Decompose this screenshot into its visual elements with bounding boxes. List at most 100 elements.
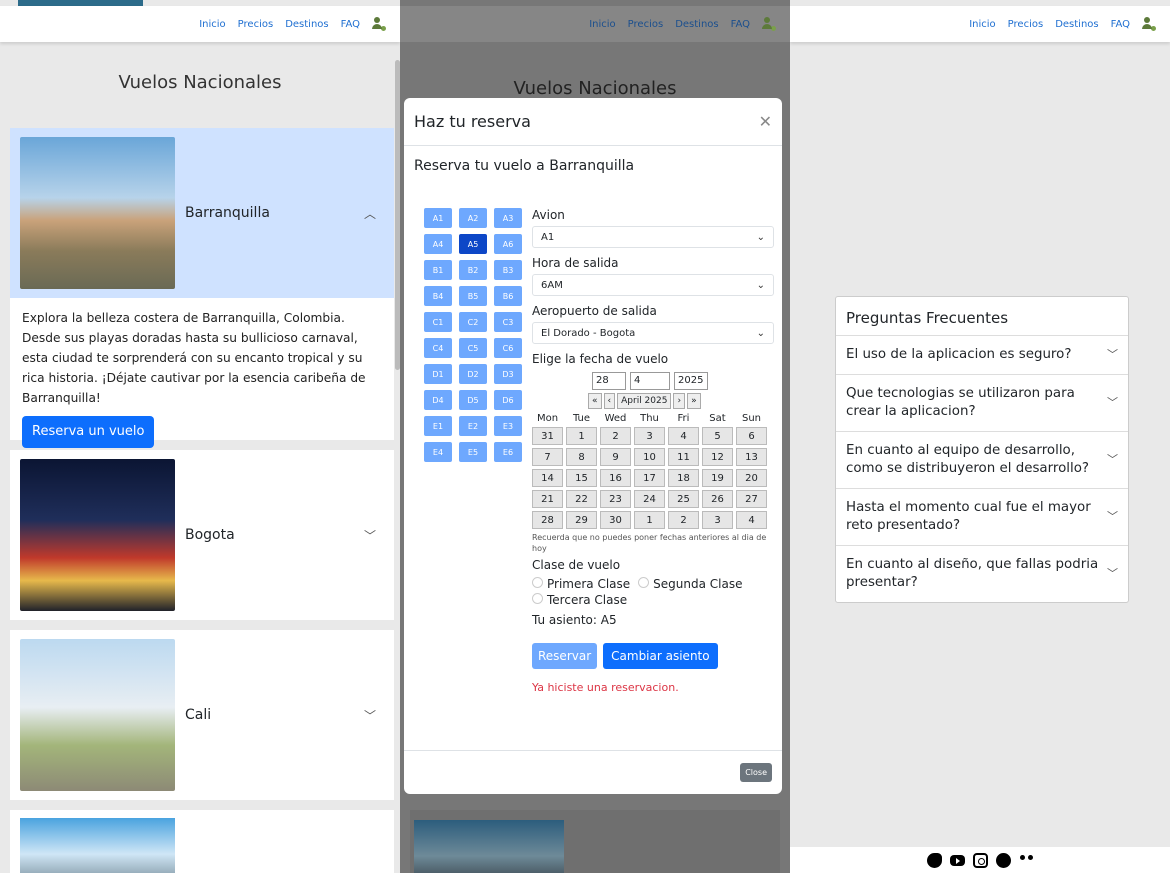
calendar-day[interactable]: 26 (702, 490, 733, 508)
chevron-up-icon[interactable]: ︿ (364, 205, 376, 222)
seat-C3[interactable]: C3 (494, 312, 522, 332)
seat-D4[interactable]: D4 (424, 390, 452, 410)
seat-B4[interactable]: B4 (424, 286, 452, 306)
calendar-day[interactable]: 22 (566, 490, 597, 508)
calendar-day[interactable]: 3 (634, 427, 665, 445)
radio-segunda[interactable]: Segunda Clase (638, 577, 743, 591)
calendar-day[interactable]: 9 (600, 448, 631, 466)
nav-precios[interactable]: Precios (238, 19, 274, 30)
seat-A4[interactable]: A4 (424, 234, 452, 254)
next-year-button[interactable]: » (687, 393, 701, 409)
nav-destinos[interactable]: Destinos (1055, 19, 1098, 30)
calendar-day[interactable]: 17 (634, 469, 665, 487)
close-button[interactable]: Close (740, 763, 772, 782)
year-input[interactable]: 2025 (674, 372, 708, 390)
user-icon[interactable] (372, 17, 386, 31)
nav-inicio[interactable]: Inicio (969, 19, 995, 30)
calendar-day[interactable]: 1 (634, 511, 665, 529)
facebook-icon[interactable] (995, 852, 1011, 868)
day-input[interactable]: 28 (592, 372, 626, 390)
calendar-day[interactable]: 8 (566, 448, 597, 466)
seat-A5[interactable]: A5 (459, 234, 487, 254)
seat-B2[interactable]: B2 (459, 260, 487, 280)
instagram-icon[interactable] (972, 852, 988, 868)
calendar-day[interactable]: 20 (736, 469, 767, 487)
seat-E4[interactable]: E4 (424, 442, 452, 462)
chevron-down-icon[interactable]: ﹀ (364, 527, 376, 544)
calendar-day[interactable]: 24 (634, 490, 665, 508)
calendar-day[interactable]: 1 (566, 427, 597, 445)
seat-C6[interactable]: C6 (494, 338, 522, 358)
destination-card-bogota[interactable]: Bogota ﹀ (10, 450, 394, 620)
aeropuerto-select[interactable]: El Dorado - Bogota ⌄ (532, 322, 774, 344)
destination-card-barranquilla[interactable]: Barranquilla ︿ (10, 128, 394, 298)
seat-D5[interactable]: D5 (459, 390, 487, 410)
seat-E2[interactable]: E2 (459, 416, 487, 436)
radio-primera[interactable]: Primera Clase (532, 577, 630, 591)
seat-E5[interactable]: E5 (459, 442, 487, 462)
seat-C4[interactable]: C4 (424, 338, 452, 358)
faq-item[interactable]: Hasta el momento cual fue el mayor reto … (836, 489, 1128, 546)
faq-item[interactable]: Que tecnologias se utilizaron para crear… (836, 375, 1128, 432)
calendar-day[interactable]: 4 (736, 511, 767, 529)
seat-B3[interactable]: B3 (494, 260, 522, 280)
prev-year-button[interactable]: « (588, 393, 602, 409)
seat-B6[interactable]: B6 (494, 286, 522, 306)
seat-B5[interactable]: B5 (459, 286, 487, 306)
hora-select[interactable]: 6AM ⌄ (532, 274, 774, 296)
calendar-day[interactable]: 23 (600, 490, 631, 508)
destination-card-next[interactable] (10, 810, 394, 873)
calendar-day[interactable]: 14 (532, 469, 563, 487)
calendar-day[interactable]: 3 (702, 511, 733, 529)
user-icon[interactable] (1142, 17, 1156, 31)
calendar-day[interactable]: 11 (668, 448, 699, 466)
nav-faq[interactable]: FAQ (341, 19, 360, 30)
calendar-day[interactable]: 25 (668, 490, 699, 508)
next-month-button[interactable]: › (673, 393, 686, 409)
faq-item[interactable]: El uso de la aplicacion es seguro? ﹀ (836, 336, 1128, 375)
calendar-day[interactable]: 31 (532, 427, 563, 445)
faq-item[interactable]: En cuanto al diseño, que fallas podria p… (836, 546, 1128, 602)
calendar-day[interactable]: 28 (532, 511, 563, 529)
calendar-day[interactable]: 2 (668, 511, 699, 529)
seat-A3[interactable]: A3 (494, 208, 522, 228)
seat-E1[interactable]: E1 (424, 416, 452, 436)
avion-select[interactable]: A1 ⌄ (532, 226, 774, 248)
seat-A1[interactable]: A1 (424, 208, 452, 228)
calendar-day[interactable]: 29 (566, 511, 597, 529)
prev-month-button[interactable]: ‹ (603, 393, 616, 409)
change-seat-button[interactable]: Cambiar asiento (603, 643, 718, 669)
seat-D2[interactable]: D2 (459, 364, 487, 384)
seat-C5[interactable]: C5 (459, 338, 487, 358)
radio-tercera[interactable]: Tercera Clase (532, 593, 627, 607)
seat-E6[interactable]: E6 (494, 442, 522, 462)
seat-D1[interactable]: D1 (424, 364, 452, 384)
month-input[interactable]: 4 (630, 372, 670, 390)
seat-C1[interactable]: C1 (424, 312, 452, 332)
seat-B1[interactable]: B1 (424, 260, 452, 280)
calendar-day[interactable]: 19 (702, 469, 733, 487)
calendar-day[interactable]: 2 (600, 427, 631, 445)
twitter-icon[interactable] (926, 852, 942, 868)
calendar-day[interactable]: 16 (600, 469, 631, 487)
faq-item[interactable]: En cuanto al equipo de desarrollo, como … (836, 432, 1128, 489)
calendar-day[interactable]: 30 (600, 511, 631, 529)
nav-precios[interactable]: Precios (1008, 19, 1044, 30)
calendar-day[interactable]: 18 (668, 469, 699, 487)
calendar-day[interactable]: 10 (634, 448, 665, 466)
calendar-day[interactable]: 12 (702, 448, 733, 466)
chevron-down-icon[interactable]: ﹀ (364, 707, 376, 724)
nav-inicio[interactable]: Inicio (199, 19, 225, 30)
reserve-button[interactable]: Reservar (532, 643, 598, 669)
seat-D3[interactable]: D3 (494, 364, 522, 384)
seat-A6[interactable]: A6 (494, 234, 522, 254)
calendar-day[interactable]: 4 (668, 427, 699, 445)
nav-faq[interactable]: FAQ (1111, 19, 1130, 30)
close-icon[interactable]: ✕ (759, 112, 772, 131)
calendar-day[interactable]: 27 (736, 490, 767, 508)
calendar-day[interactable]: 5 (702, 427, 733, 445)
seat-D6[interactable]: D6 (494, 390, 522, 410)
seat-C2[interactable]: C2 (459, 312, 487, 332)
seat-A2[interactable]: A2 (459, 208, 487, 228)
nav-destinos[interactable]: Destinos (285, 19, 328, 30)
